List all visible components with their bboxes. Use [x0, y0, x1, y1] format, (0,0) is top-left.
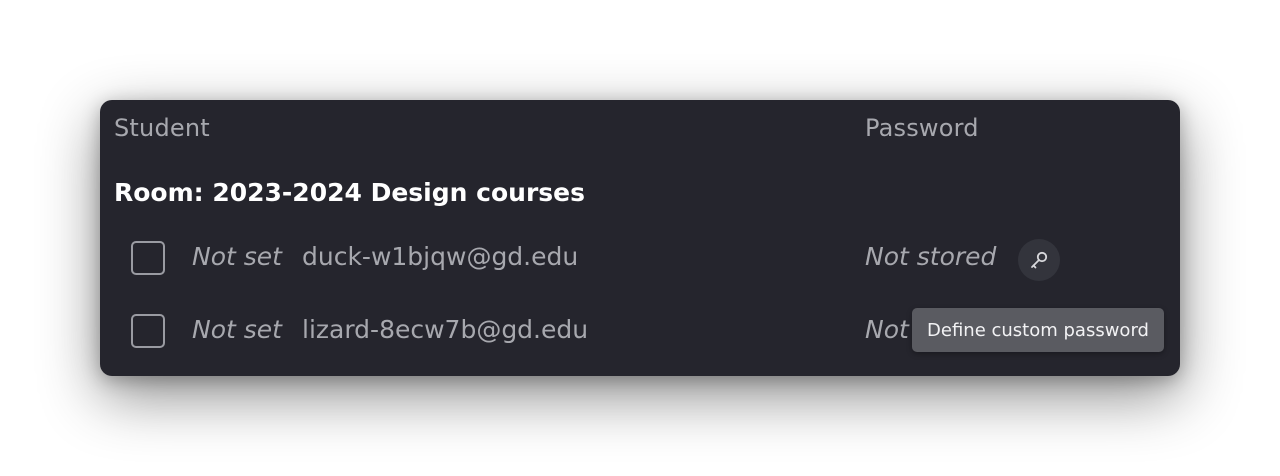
row-select-checkbox[interactable] — [131, 314, 165, 348]
row-select-checkbox[interactable] — [131, 241, 165, 275]
student-email: lizard-8ecw7b@gd.edu — [302, 315, 589, 344]
students-password-panel: Student Password Room: 2023-2024 Design … — [100, 100, 1180, 376]
define-password-button[interactable] — [1018, 239, 1060, 281]
tooltip-define-custom-password: Define custom password — [912, 308, 1164, 352]
stage: Student Password Room: 2023-2024 Design … — [0, 0, 1280, 476]
student-name: Not set — [192, 242, 282, 271]
table-row: Not set duck-w1bjqw@gd.edu Not stored — [100, 234, 1180, 284]
column-header-student: Student — [114, 114, 210, 142]
student-name: Not set — [192, 315, 282, 344]
key-icon — [1031, 251, 1048, 269]
student-email: duck-w1bjqw@gd.edu — [302, 242, 579, 271]
room-title: Room: 2023-2024 Design courses — [114, 178, 585, 207]
column-header-password: Password — [865, 114, 979, 142]
password-status: Not stored — [865, 242, 997, 271]
